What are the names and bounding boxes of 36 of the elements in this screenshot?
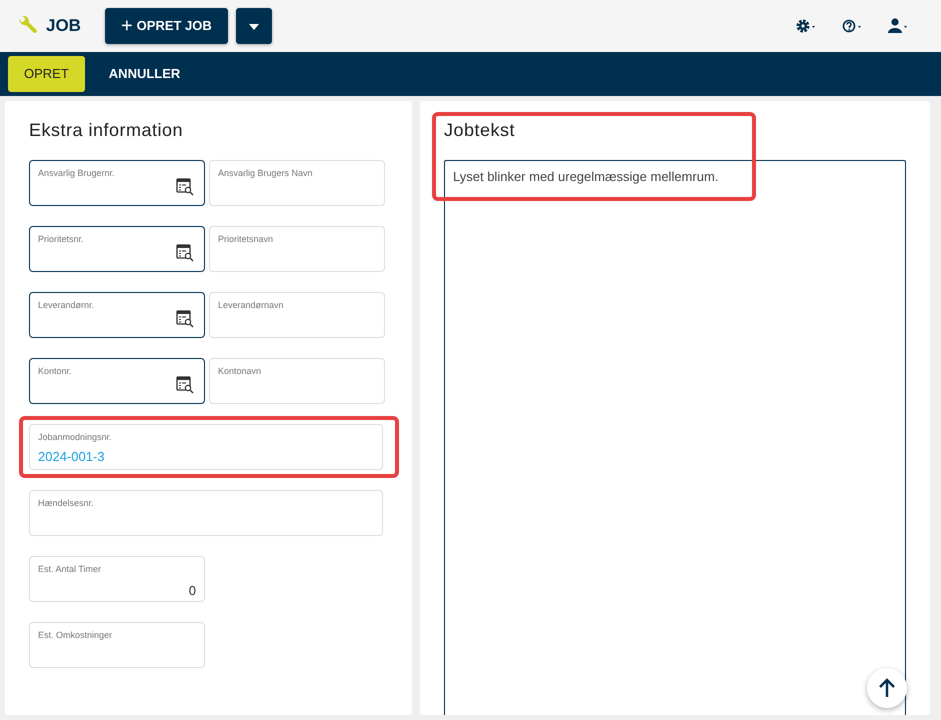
- action-tab[interactable]: ANNULLER: [92, 56, 196, 92]
- input-field[interactable]: Kontonr.: [29, 358, 205, 404]
- field-label: Ansvarlig Brugernr.: [38, 167, 116, 180]
- input-field[interactable]: Ansvarlig Brugernr.: [29, 160, 205, 206]
- caret-icon: [248, 24, 259, 30]
- input-field[interactable]: Leverandørnavn: [209, 292, 385, 338]
- field-label: Prioritetsnr.: [38, 233, 85, 246]
- panel-title: Ekstra information: [29, 119, 184, 142]
- input-field[interactable]: Est. Antal Timer 0: [29, 556, 205, 602]
- field-label: Leverandørnr.: [38, 299, 96, 312]
- field-label: Leverandørnavn: [218, 299, 285, 312]
- field-label: Ansvarlig Brugers Navn: [218, 167, 314, 180]
- field-label: Prioritetsnavn: [218, 233, 274, 246]
- input-field[interactable]: Ansvarlig Brugers Navn: [209, 160, 385, 206]
- input-field[interactable]: Jobanmodningsnr. 2024-001-3: [29, 424, 383, 470]
- input-field[interactable]: Kontonavn: [209, 358, 385, 404]
- field-label: Est. Antal Timer: [38, 563, 102, 576]
- field-label: Jobanmodningsnr.: [38, 431, 113, 444]
- input-field[interactable]: Prioritetsnr.: [29, 226, 205, 272]
- create-job-button[interactable]: + OPRET JOB: [104, 8, 228, 44]
- field-input[interactable]: 0: [38, 580, 196, 600]
- field-label: Est. Omkostninger: [38, 629, 114, 642]
- field-label: Hændelsesnr.: [38, 497, 95, 510]
- app-title: JOB: [46, 15, 81, 38]
- input-field[interactable]: Leverandørnr.: [29, 292, 205, 338]
- dropdown-button[interactable]: [236, 8, 272, 44]
- job-text-field[interactable]: Lyset blinker med uregelmæssige mellemrum.: [444, 160, 906, 715]
- field-label: Kontonavn: [218, 365, 262, 378]
- input-field[interactable]: Hændelsesnr.: [29, 490, 383, 536]
- field-label: Kontonr.: [38, 365, 73, 378]
- action-tab[interactable]: OPRET: [8, 56, 85, 92]
- input-field[interactable]: Prioritetsnavn: [209, 226, 385, 272]
- arrow-up-icon: [878, 678, 896, 698]
- panel-title: Jobtekst: [444, 119, 516, 142]
- field-input[interactable]: 2024-001-3: [38, 446, 374, 466]
- input-field[interactable]: Est. Omkostninger: [29, 622, 205, 668]
